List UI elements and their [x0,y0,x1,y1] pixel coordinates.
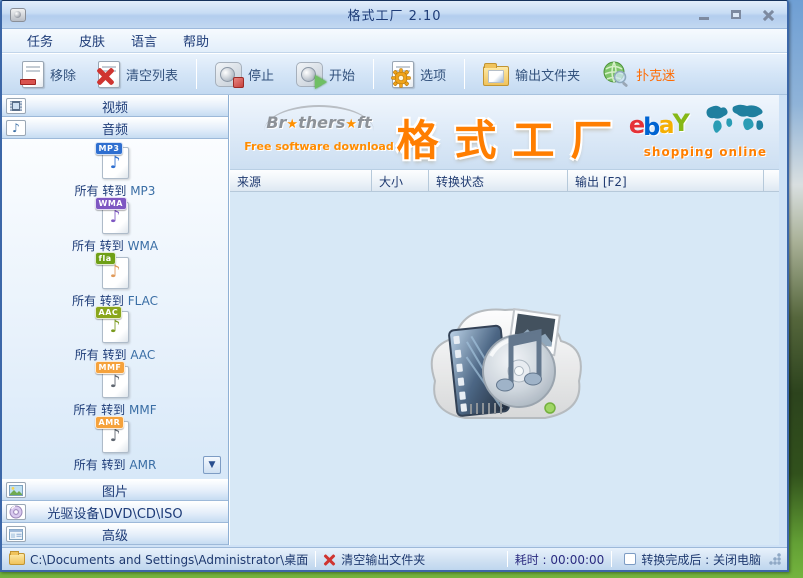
options-label: 选项 [420,65,446,84]
column-status[interactable]: 转换状态 [429,170,568,191]
column-output[interactable]: 输出 [F2] [568,170,764,191]
sidebar-advanced-label: 高级 [26,525,204,544]
amr-file-icon: ♪ AMR [102,421,129,453]
statusbar-separator [611,551,612,567]
film-icon [6,98,26,114]
resize-grip[interactable] [769,553,781,565]
stop-label: 停止 [248,65,274,84]
stop-icon [215,62,242,87]
menu-skins[interactable]: 皮肤 [66,29,118,52]
menu-help[interactable]: 帮助 [170,29,222,52]
sidebar-section-optical[interactable]: 光驱设备\DVD\CD\ISO [2,501,228,523]
music-note-icon: ♪ [6,120,26,136]
flac-file-icon: ♪ fla [102,257,129,289]
output-path[interactable]: C:\Documents and Settings\Administrator\… [30,551,308,568]
convert-all-to-flac[interactable]: ♪ fla 所有 转到 FLAC [2,257,228,309]
ebay-ad[interactable]: ebaY shopping online [597,101,767,159]
sidebar-section-advanced[interactable]: 高级 [2,523,228,545]
ebay-logo: ebaY [629,111,688,139]
options-gear-icon [392,61,414,88]
convert-all-to-amr[interactable]: ♪ AMR 所有 转到 AMR [2,421,228,473]
title-bar: 格式工厂 2.10 [2,1,787,29]
menu-tasks[interactable]: 任务 [14,29,66,52]
start-label: 开始 [329,65,355,84]
options-button[interactable]: 选项 [382,57,456,92]
poker-label: 扑克迷 [636,65,675,84]
aac-file-icon: ♪ AAC [102,311,129,343]
remove-label: 移除 [50,65,76,84]
output-folder-icon [483,66,509,86]
output-folder-button[interactable]: 输出文件夹 [473,58,590,90]
shutdown-after-checkbox[interactable] [624,553,636,565]
app-window: 格式工厂 2.10 任务 皮肤 语言 帮助 移除 清空列表 停止 开始 [0,0,789,572]
column-size[interactable]: 大小 [372,170,429,191]
advanced-window-icon [6,526,26,542]
toolbar-separator [196,59,197,89]
minimize-icon [699,17,709,20]
main-area: Br★thers★ft Free software download 格式工厂 … [229,95,779,545]
sidebar-optical-label: 光驱设备\DVD\CD\ISO [26,503,204,522]
maximize-icon [731,10,741,19]
remove-button[interactable]: 移除 [12,57,86,92]
convert-all-to-wma[interactable]: ♪ WMA 所有 转到 WMA [2,202,228,254]
toolbar-separator [464,59,465,89]
convert-all-to-mmf[interactable]: ♪ MMF 所有 转到 MMF [2,366,228,418]
picture-icon [6,482,26,498]
sidebar: 视频 ♪ 音频 ♪ MP3 所有 转到 MP3 ♪ WMA 所有 转到 WM [2,95,229,545]
statusbar-separator [315,551,316,567]
minimize-button[interactable] [693,7,715,23]
column-empty [764,170,779,191]
start-icon [296,62,323,87]
poker-link-button[interactable]: 扑克迷 [592,56,685,92]
sidebar-video-label: 视频 [26,97,204,116]
start-button[interactable]: 开始 [286,58,365,91]
mmf-file-icon: ♪ MMF [102,366,129,398]
elapsed-time: 耗时 : 00:00:00 [515,551,605,568]
wma-file-icon: ♪ WMA [102,202,129,234]
close-icon [762,9,774,21]
format-factory-watermark-icon [415,286,595,436]
output-path-folder-icon [9,553,25,565]
globe-magnifier-icon [602,60,630,88]
ebay-tagline: shopping online [597,145,767,159]
clear-output-label: 清空输出文件夹 [341,551,425,568]
convert-all-to-mp3[interactable]: ♪ MP3 所有 转到 MP3 [2,147,228,199]
audio-formats-panel: ♪ MP3 所有 转到 MP3 ♪ WMA 所有 转到 WMA ♪ fla 所有… [2,139,228,479]
clear-output-folder-button[interactable]: 清空输出文件夹 [323,551,425,568]
clear-output-x-icon [323,553,336,566]
clear-list-button[interactable]: 清空列表 [88,57,188,92]
scroll-down-button[interactable]: ▼ [203,456,221,474]
mp3-file-icon: ♪ MP3 [102,147,129,179]
menu-language[interactable]: 语言 [118,29,170,52]
status-bar: C:\Documents and Settings\Administrator\… [2,547,787,570]
sidebar-picture-label: 图片 [26,481,204,500]
stop-button[interactable]: 停止 [205,58,284,91]
convert-all-to-aac[interactable]: ♪ AAC 所有 转到 AAC [2,311,228,363]
sidebar-audio-label: 音频 [26,119,204,138]
ad-banner[interactable]: Br★thers★ft Free software download 格式工厂 … [230,95,779,170]
maximize-button[interactable] [725,7,747,23]
shutdown-after-label: 转换完成后 : 关闭电脑 [641,551,761,568]
cd-disc-icon [6,504,26,520]
remove-icon [22,61,44,88]
chevron-down-icon: ▼ [209,460,216,470]
clear-list-label: 清空列表 [126,65,178,84]
toolbar-separator [373,59,374,89]
sidebar-section-audio[interactable]: ♪ 音频 [2,117,228,139]
file-list-header: 来源 大小 转换状态 输出 [F2] [230,170,779,192]
menu-bar: 任务 皮肤 语言 帮助 [2,29,787,53]
statusbar-separator [507,551,508,567]
close-button[interactable] [757,7,779,23]
column-source[interactable]: 来源 [230,170,372,191]
output-folder-label: 输出文件夹 [515,65,580,84]
world-map-icon [701,101,767,141]
sidebar-section-video[interactable]: 视频 [2,95,228,117]
file-list-area[interactable] [230,192,779,545]
sidebar-section-picture[interactable]: 图片 [2,479,228,501]
toolbar: 移除 清空列表 停止 开始 [2,53,787,95]
clear-list-icon [98,61,120,88]
window-title: 格式工厂 2.10 [2,5,787,24]
